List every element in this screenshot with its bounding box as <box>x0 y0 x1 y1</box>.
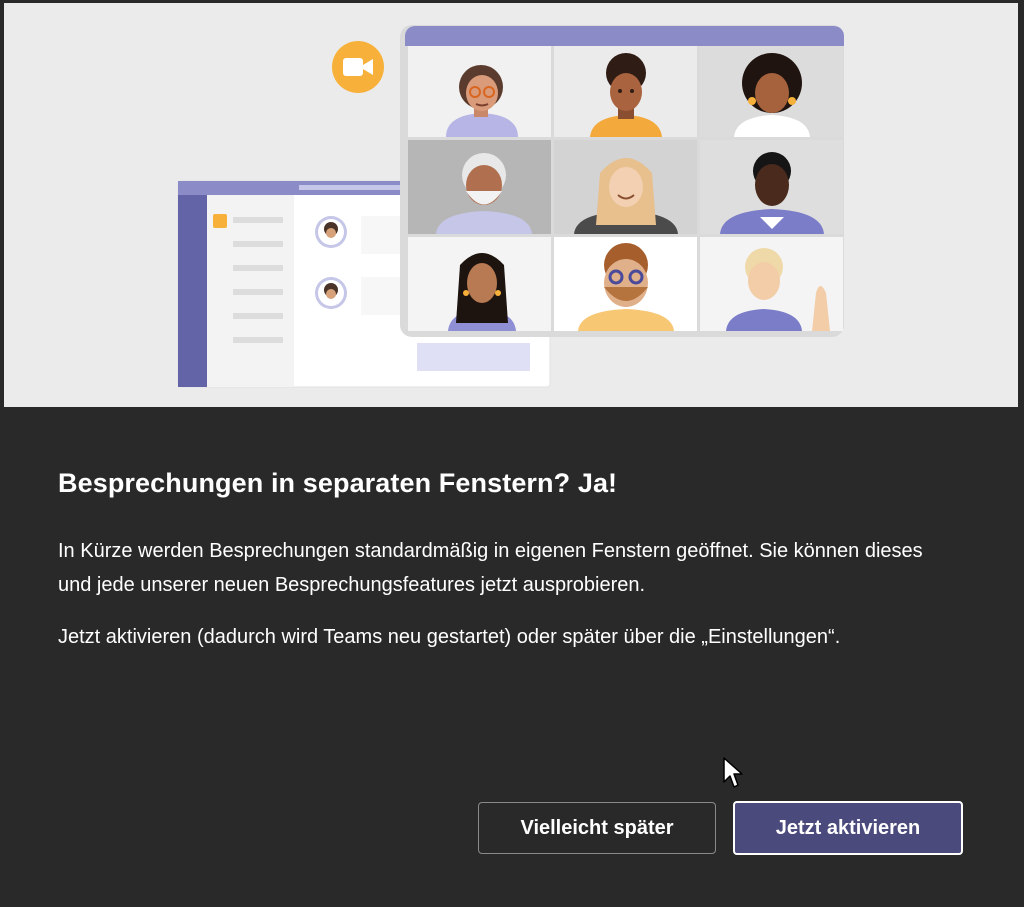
video-grid-illustration <box>400 25 844 337</box>
activate-now-button[interactable]: Jetzt aktivieren <box>733 801 963 855</box>
hero-illustration <box>4 3 1018 407</box>
dialog-title: Besprechungen in separaten Fenstern? Ja! <box>58 468 618 498</box>
dialog-content: Besprechungen in separaten Fenstern? Ja!… <box>58 466 938 648</box>
dialog-instruction: Jetzt aktivieren (dadurch wird Teams neu… <box>58 626 841 648</box>
meeting-window-dialog: Besprechungen in separaten Fenstern? Ja!… <box>0 0 1024 907</box>
maybe-later-button[interactable]: Vielleicht später <box>478 802 716 854</box>
video-camera-icon <box>332 41 384 93</box>
mouse-pointer-icon <box>723 757 743 788</box>
dialog-description: In Kürze werden Besprechungen standardmä… <box>58 540 923 596</box>
